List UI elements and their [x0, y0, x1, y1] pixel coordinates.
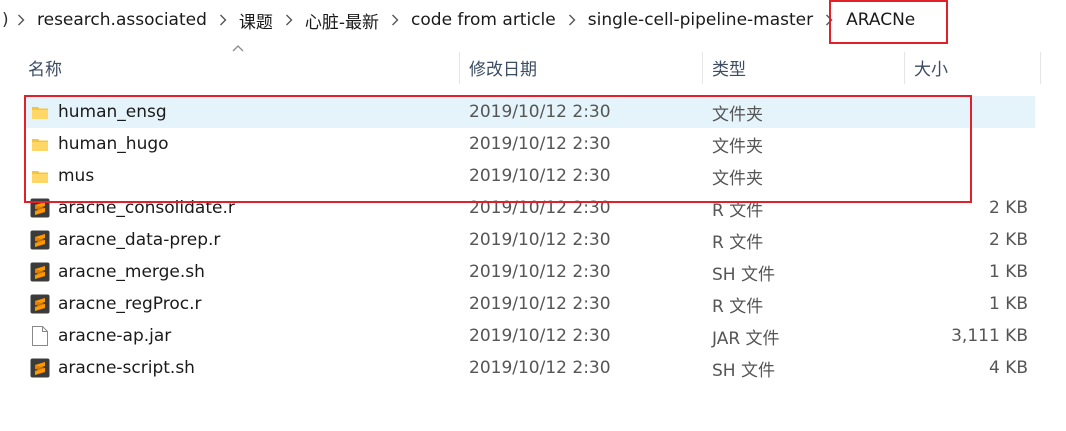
column-header-date[interactable]: 修改日期	[469, 48, 537, 86]
breadcrumb-chevron-icon[interactable]	[214, 0, 232, 40]
file-name[interactable]: aracne-script.sh	[58, 352, 195, 384]
modified-date: 2019/10/12 2:30	[469, 134, 611, 154]
file-type: 文件夹	[712, 104, 763, 125]
breadcrumb-chevron-icon[interactable]	[280, 0, 298, 40]
sublime-file-icon	[30, 352, 50, 384]
modified-date: 2019/10/12 2:30	[469, 294, 611, 314]
file-type: 文件夹	[712, 136, 763, 157]
breadcrumb-item[interactable]: research.associated	[30, 10, 214, 30]
modified-date: 2019/10/12 2:30	[469, 326, 611, 346]
file-name[interactable]: mus	[58, 160, 94, 192]
modified-date: 2019/10/12 2:30	[469, 102, 611, 122]
modified-date: 2019/10/12 2:30	[469, 198, 611, 218]
sublime-file-icon	[30, 288, 50, 320]
folder-icon	[30, 160, 50, 192]
file-name[interactable]: aracne_regProc.r	[58, 288, 201, 320]
breadcrumb-item[interactable]: code from article	[404, 10, 563, 30]
file-size: 1 KB	[988, 262, 1028, 282]
file-list: human_ensg 2019/10/12 2:30 文件夹 human_hugo 20…	[0, 96, 1066, 384]
modified-date: 2019/10/12 2:30	[469, 358, 611, 378]
breadcrumb-chevron-icon[interactable]	[12, 0, 30, 40]
file-row[interactable]: aracne_regProc.r 2019/10/12 2:30 R 文件 1 KB	[0, 288, 1066, 320]
file-row[interactable]: aracne_merge.sh 2019/10/12 2:30 SH 文件 1 KB	[0, 256, 1066, 288]
file-size: 2 KB	[988, 230, 1028, 250]
breadcrumb-item[interactable]: single-cell-pipeline-master	[581, 10, 820, 30]
file-name[interactable]: aracne-ap.jar	[58, 320, 171, 352]
file-size: 1 KB	[988, 294, 1028, 314]
file-size: 3,111 KB	[951, 326, 1028, 346]
column-divider[interactable]	[459, 52, 460, 84]
file-size: 2 KB	[988, 198, 1028, 218]
file-name[interactable]: human_ensg	[58, 96, 167, 128]
file-type: 文件夹	[712, 168, 763, 189]
sublime-file-icon	[30, 224, 50, 256]
column-header: 名称 修改日期 类型 大小	[0, 48, 1066, 86]
file-size: 4 KB	[988, 358, 1028, 378]
column-header-name[interactable]: 名称	[28, 48, 62, 86]
breadcrumb-chevron-icon[interactable]	[386, 0, 404, 40]
breadcrumb-item[interactable]: 心脏-最新	[298, 8, 386, 33]
file-type: SH 文件	[712, 360, 775, 381]
folder-icon	[30, 96, 50, 128]
modified-date: 2019/10/12 2:30	[469, 166, 611, 186]
file-name[interactable]: aracne_consolidate.r	[58, 192, 235, 224]
breadcrumb-edge: )	[2, 10, 9, 30]
file-type: R 文件	[712, 200, 764, 221]
file-row[interactable]: aracne_data-prep.r 2019/10/12 2:30 R 文件 2 K…	[0, 224, 1066, 256]
breadcrumb-item[interactable]: 课题	[232, 8, 280, 33]
sublime-file-icon	[30, 192, 50, 224]
folder-row[interactable]: human_hugo 2019/10/12 2:30 文件夹	[0, 128, 1066, 160]
breadcrumb: ) research.associated 课题 心脏-最新 code from ar…	[0, 0, 1066, 40]
column-header-type[interactable]: 类型	[712, 48, 746, 86]
column-header-size[interactable]: 大小	[914, 48, 948, 86]
file-type: R 文件	[712, 232, 764, 253]
file-row[interactable]: aracne-script.sh 2019/10/12 2:30 SH 文件 4 KB	[0, 352, 1066, 384]
modified-date: 2019/10/12 2:30	[469, 230, 611, 250]
sublime-file-icon	[30, 256, 50, 288]
file-row[interactable]: aracne-ap.jar 2019/10/12 2:30 JAR 文件 3,111 …	[0, 320, 1066, 352]
file-explorer: ) research.associated 课题 心脏-最新 code from ar…	[0, 0, 1066, 431]
column-divider[interactable]	[702, 52, 703, 84]
folder-row[interactable]: human_ensg 2019/10/12 2:30 文件夹	[0, 96, 1066, 128]
folder-icon	[30, 128, 50, 160]
breadcrumb-chevron-icon[interactable]	[563, 0, 581, 40]
folder-row[interactable]: mus 2019/10/12 2:30 文件夹	[0, 160, 1066, 192]
column-divider[interactable]	[1040, 52, 1041, 84]
file-name[interactable]: human_hugo	[58, 128, 169, 160]
column-divider[interactable]	[904, 52, 905, 84]
file-type: SH 文件	[712, 264, 775, 285]
file-type: JAR 文件	[712, 328, 780, 349]
blank-file-icon	[30, 320, 50, 352]
breadcrumb-current[interactable]: ARACNe	[838, 10, 923, 30]
file-name[interactable]: aracne_data-prep.r	[58, 224, 220, 256]
file-name[interactable]: aracne_merge.sh	[58, 256, 205, 288]
breadcrumb-chevron-icon[interactable]	[820, 0, 838, 40]
file-row[interactable]: aracne_consolidate.r 2019/10/12 2:30 R 文件 2…	[0, 192, 1066, 224]
file-type: R 文件	[712, 296, 764, 317]
modified-date: 2019/10/12 2:30	[469, 262, 611, 282]
